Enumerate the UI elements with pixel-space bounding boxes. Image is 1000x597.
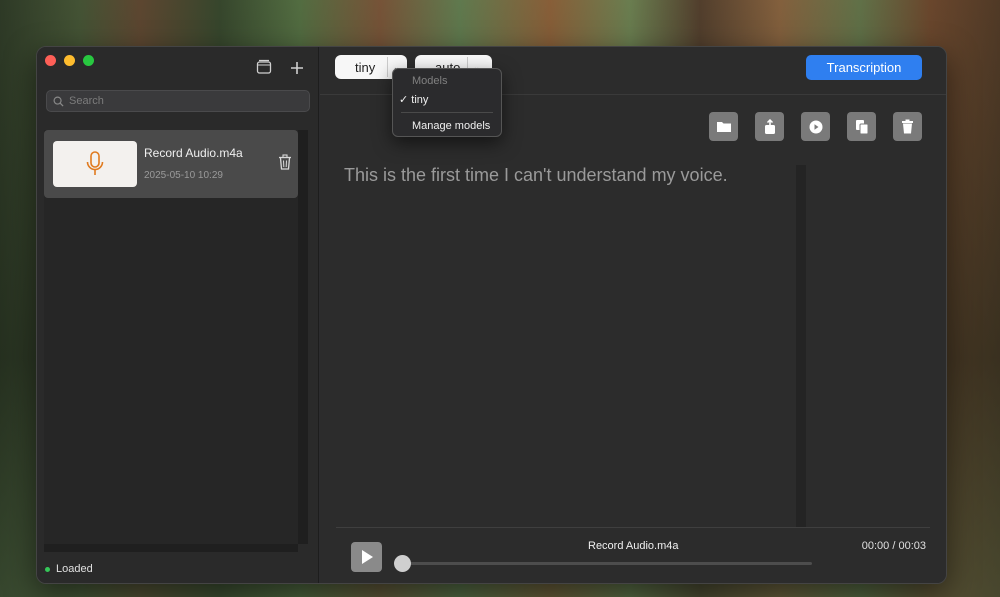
folder-icon[interactable] [709,112,738,141]
list-horizontal-scrollbar[interactable] [44,544,298,552]
minimize-button[interactable] [64,55,75,66]
sidebar-tools [256,59,304,78]
recordings-list: Record Audio.m4a 2025-05-10 10:29 [44,130,308,544]
menu-item-tiny[interactable]: ✓ tiny [399,93,428,106]
menu-header: Models [412,75,448,87]
model-select-value: tiny [355,59,376,75]
item-thumbnail [53,141,137,187]
item-date: 2025-05-10 10:29 [144,170,223,181]
search-input[interactable] [69,95,299,107]
transcription-button[interactable]: Transcription [806,55,922,80]
status-text: Loaded [56,563,93,575]
action-toolbar [709,112,922,141]
player-time: 00:00 / 00:03 [861,540,926,552]
list-item[interactable]: Record Audio.m4a 2025-05-10 10:29 [44,130,298,198]
copy-icon[interactable] [847,112,876,141]
status-dot [45,566,50,572]
microphone-icon [86,151,104,175]
window-controls [45,55,94,66]
item-title: Record Audio.m4a [144,146,243,160]
close-button[interactable] [45,55,56,66]
models-dropdown-menu: Models ✓ tiny Manage models [392,68,502,137]
plus-icon[interactable] [290,60,304,78]
play-circle-icon[interactable] [801,112,830,141]
search-icon [53,96,64,107]
app-window: Record Audio.m4a 2025-05-10 10:29 Loaded… [36,46,947,584]
main-panel: tiny ⌄ auto ⌄ Transcription Models ✓ tin… [320,47,946,583]
progress-knob[interactable] [394,555,411,572]
zoom-button[interactable] [83,55,94,66]
player-file-name: Record Audio.m4a [588,540,679,552]
menu-divider [401,112,493,113]
menu-item-manage-models[interactable]: Manage models [412,120,490,132]
status-indicator: Loaded [45,563,93,575]
list-scrollbar[interactable] [298,130,308,544]
progress-track[interactable] [402,562,812,565]
sidebar-toggle-icon[interactable] [256,59,272,78]
transcript-scrollbar[interactable] [796,165,806,527]
search-box [46,90,310,112]
sidebar: Record Audio.m4a 2025-05-10 10:29 Loaded [37,47,319,583]
play-icon [361,550,373,564]
transcript-text[interactable]: This is the first time I can't understan… [344,165,728,186]
share-icon[interactable] [755,112,784,141]
trash-icon[interactable] [278,154,292,175]
trash-icon[interactable] [893,112,922,141]
play-button[interactable] [351,542,382,572]
audio-player: Record Audio.m4a 00:00 / 00:03 [336,527,930,583]
